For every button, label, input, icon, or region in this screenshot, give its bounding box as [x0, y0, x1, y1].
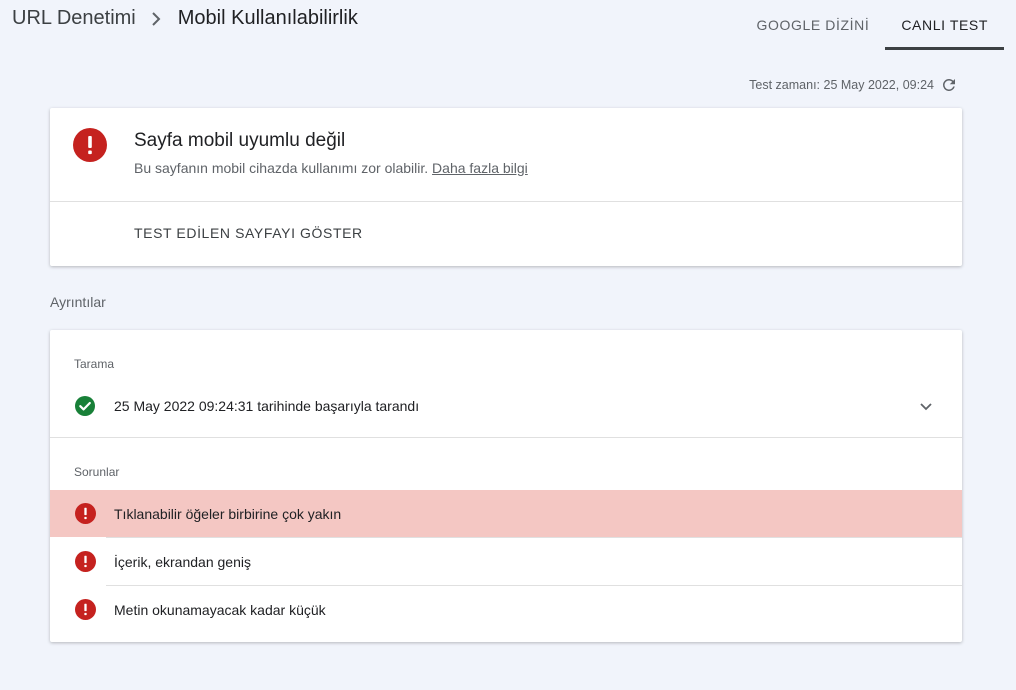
- result-title: Sayfa mobil uyumlu değil: [134, 130, 346, 151]
- details-card: Tarama 25 May 2022 09:24:31 tarihinde ba…: [50, 330, 962, 642]
- refresh-icon[interactable]: [940, 76, 958, 94]
- crawl-status-text: 25 May 2022 09:24:31 tarihinde başarıyla…: [114, 398, 420, 414]
- tab-bar: GOOGLE DİZİNİ CANLI TEST: [741, 0, 1004, 50]
- error-icon: [75, 503, 96, 524]
- details-heading: Ayrıntılar: [50, 294, 106, 310]
- issue-row[interactable]: İçerik, ekrandan geniş: [50, 538, 962, 585]
- divider: [50, 201, 962, 202]
- error-icon: [73, 128, 107, 162]
- chevron-down-icon[interactable]: [918, 398, 934, 414]
- test-time-text: Test zamanı: 25 May 2022, 09:24: [749, 78, 934, 92]
- issue-row[interactable]: Metin okunamayacak kadar küçük: [50, 586, 962, 633]
- breadcrumb: URL Denetimi Mobil Kullanılabilirlik: [12, 7, 358, 30]
- issues-section-label: Sorunlar: [74, 465, 120, 479]
- chevron-right-icon: [150, 11, 162, 26]
- tab-live-test[interactable]: CANLI TEST: [885, 0, 1004, 50]
- page-header: URL Denetimi Mobil Kullanılabilirlik GOO…: [0, 0, 1016, 50]
- divider: [50, 437, 962, 438]
- tab-google-index[interactable]: GOOGLE DİZİNİ: [741, 0, 886, 50]
- learn-more-link[interactable]: Daha fazla bilgi: [432, 160, 528, 176]
- result-description: Bu sayfanın mobil cihazda kullanımı zor …: [134, 160, 528, 176]
- page-title: Mobil Kullanılabilirlik: [177, 7, 358, 29]
- result-card: Sayfa mobil uyumlu değil Bu sayfanın mob…: [50, 108, 962, 266]
- crawl-row[interactable]: 25 May 2022 09:24:31 tarihinde başarıyla…: [50, 386, 962, 426]
- issue-row[interactable]: Tıklanabilir öğeler birbirine çok yakın: [50, 490, 962, 537]
- check-circle-icon: [75, 396, 95, 416]
- error-icon: [75, 599, 96, 620]
- breadcrumb-parent[interactable]: URL Denetimi: [12, 7, 136, 30]
- issue-text: Metin okunamayacak kadar küçük: [114, 602, 326, 618]
- error-icon: [75, 551, 96, 572]
- issue-text: İçerik, ekrandan geniş: [114, 554, 251, 570]
- crawl-section-label: Tarama: [74, 357, 115, 371]
- issue-text: Tıklanabilir öğeler birbirine çok yakın: [114, 506, 342, 522]
- view-tested-page-button[interactable]: TEST EDİLEN SAYFAYI GÖSTER: [134, 225, 363, 241]
